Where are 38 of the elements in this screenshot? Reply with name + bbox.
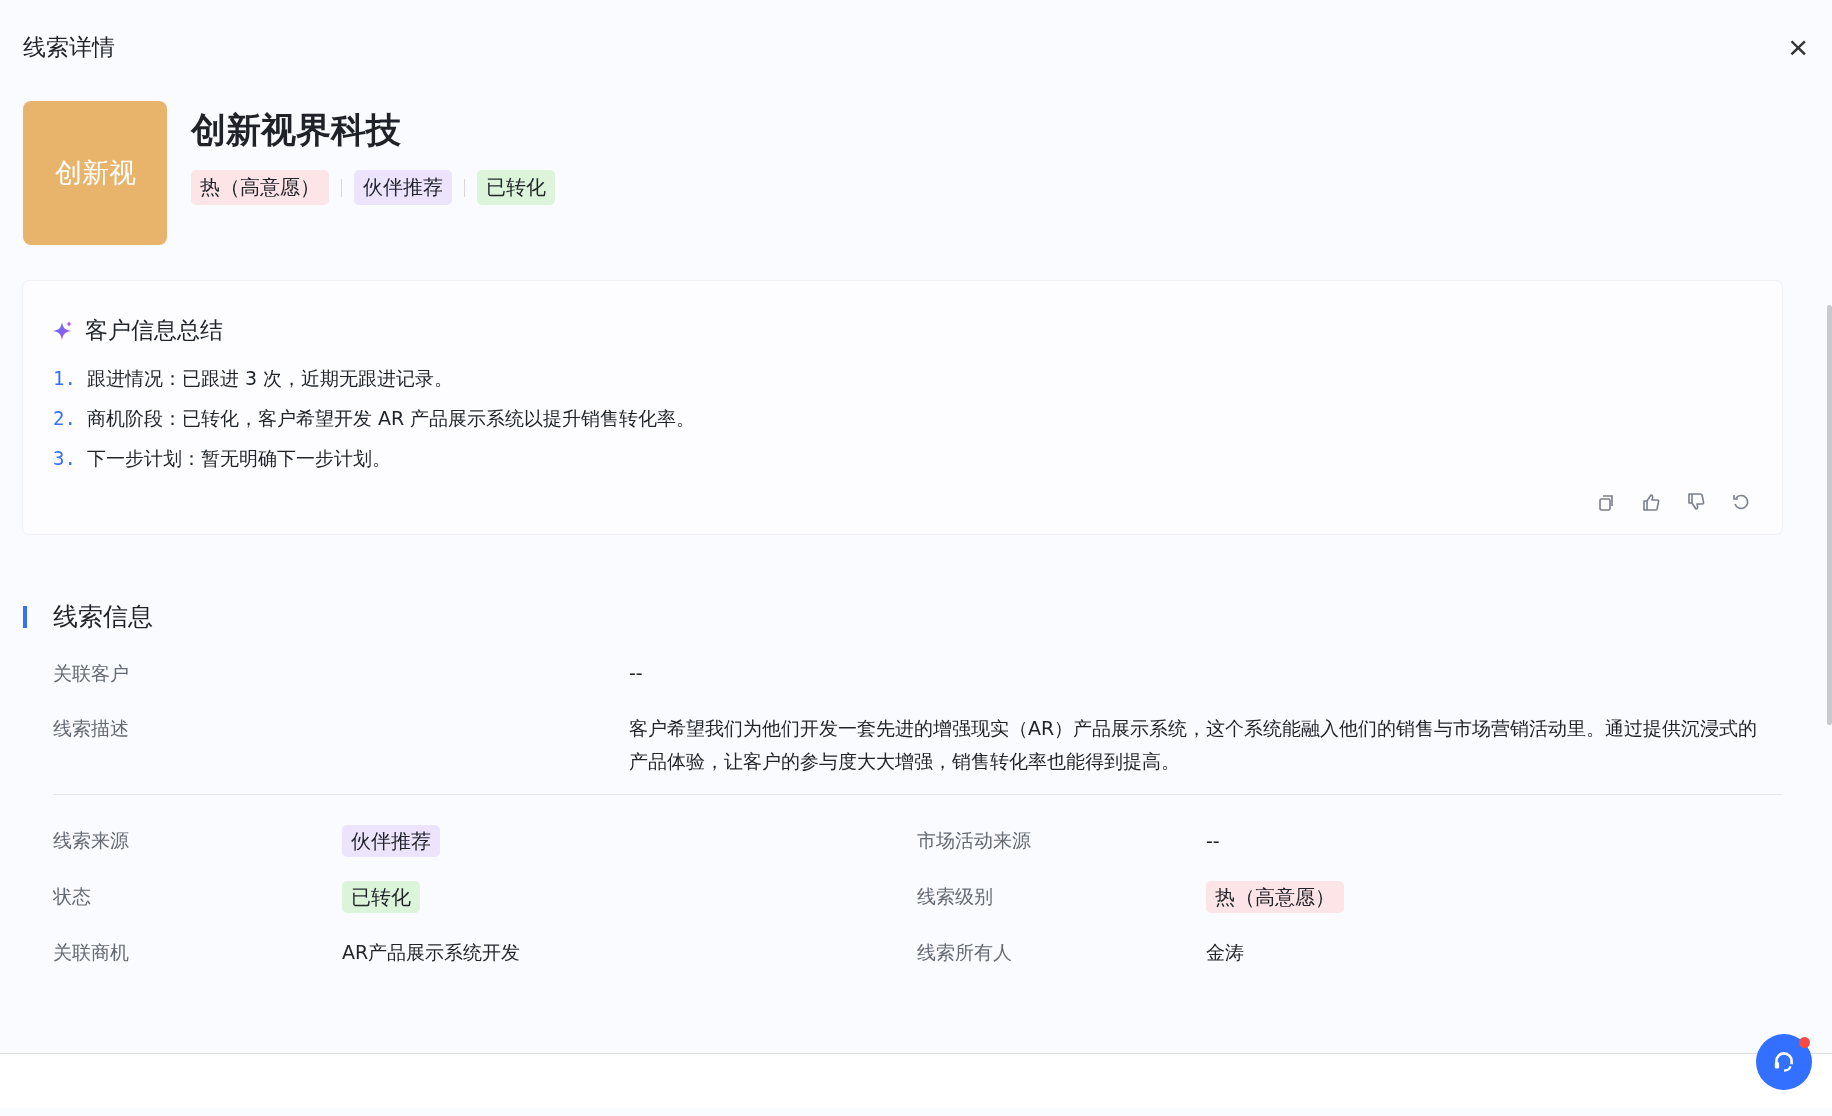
field-value: 金涛 (1206, 941, 1244, 963)
summary-item: 商机阶段：已转化，客户希望开发 AR 产品展示系统以提升销售转化率。 (87, 406, 696, 431)
refresh-icon[interactable] (1731, 492, 1751, 512)
support-button[interactable] (1756, 1034, 1812, 1090)
field-label: 线索级别 (917, 884, 994, 909)
field-value: AR产品展示系统开发 (342, 941, 521, 963)
section-title: 线索信息 (53, 601, 153, 633)
summary-item: 跟进情况：已跟进 3 次，近期无跟进记录。 (87, 366, 454, 391)
company-name: 创新视界科技 (191, 109, 402, 152)
copy-icon[interactable] (1596, 492, 1616, 512)
field-value: -- (629, 661, 644, 686)
tag: 热（高意愿） (191, 170, 329, 205)
tag: 热（高意愿） (1206, 880, 1344, 913)
field-label: 线索所有人 (917, 940, 1013, 965)
thumbs-up-icon[interactable] (1641, 492, 1661, 512)
field-label: 状态 (53, 884, 92, 909)
field-label: 线索来源 (53, 828, 130, 853)
tag: 伙伴推荐 (354, 170, 452, 205)
tag: 已转化 (477, 170, 555, 205)
window-title: 线索详情 (23, 32, 115, 62)
tag: 已转化 (342, 880, 420, 913)
sparkle-icon (53, 320, 73, 341)
list-number: 3. (53, 447, 77, 469)
field-label: 关联客户 (53, 661, 130, 686)
scrollbar[interactable] (1827, 305, 1832, 725)
field-label: 线索描述 (53, 716, 130, 741)
company-avatar: 创新视 (23, 101, 167, 245)
field-label: 关联商机 (53, 940, 130, 965)
field-value: 客户希望我们为他们开发一套先进的增强现实（AR）产品展示系统，这个系统能融入他们的销售与市场营销活动里。通过提供沉浸式的产品体验，让客户的参与度大大增强，销售转化率也能得到提高。 (629, 716, 1759, 774)
field-label: 市场活动来源 (917, 828, 1032, 853)
list-number: 1. (53, 367, 77, 389)
close-button[interactable]: × (1782, 30, 1814, 64)
tag: 伙伴推荐 (342, 824, 440, 857)
summary-item: 下一步计划：暂无明确下一步计划。 (87, 446, 391, 471)
thumbs-down-icon[interactable] (1686, 492, 1706, 512)
summary-title: 客户信息总结 (85, 316, 223, 345)
field-value: -- (1206, 830, 1220, 852)
list-number: 2. (53, 407, 77, 429)
